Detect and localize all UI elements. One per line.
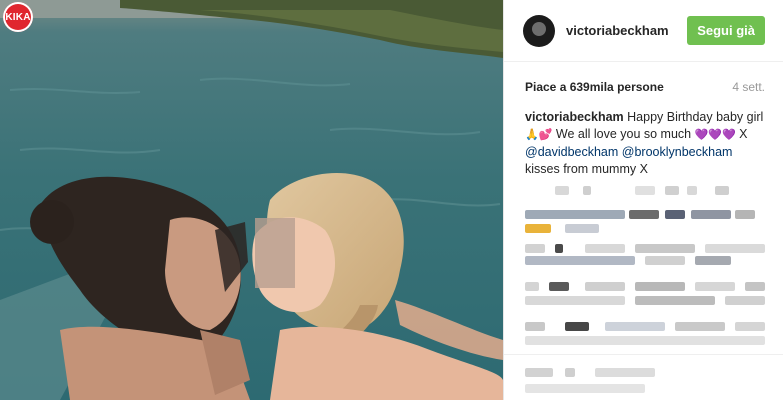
caption-username[interactable]: victoriabeckham (525, 110, 624, 124)
blurred-comment (525, 296, 765, 308)
caption-text: kisses from mummy X (525, 162, 648, 176)
caption-emoji: 🙏💕 (525, 129, 553, 141)
likes-count[interactable]: Piace a 639mila persone (525, 80, 664, 94)
mention-link[interactable]: @davidbeckham (525, 145, 618, 159)
kika-logo: KIKA (3, 2, 33, 32)
post-caption: victoriabeckham Happy Birthday baby girl… (504, 94, 783, 178)
blurred-comment (525, 244, 765, 256)
blurred-comment (525, 336, 765, 348)
divider (504, 354, 783, 355)
post-header: victoriabeckham Segui già (504, 0, 783, 62)
blurred-comment (525, 322, 765, 334)
avatar[interactable] (523, 14, 555, 47)
blurred-comment (525, 210, 765, 222)
blurred-comment (525, 256, 765, 268)
mention-link[interactable]: @brooklynbeckham (622, 145, 733, 159)
post-time[interactable]: 4 sett. (732, 80, 765, 94)
username[interactable]: victoriabeckham (566, 23, 669, 38)
post-meta: Piace a 639mila persone 4 sett. (504, 62, 783, 94)
blurred-comment (525, 186, 765, 198)
caption-text: Happy Birthday baby girl (623, 110, 764, 124)
post-sidebar: victoriabeckham Segui già Piace a 639mil… (503, 0, 783, 400)
instagram-embed: KIKA victoriabeckham Segui già Piace a 6… (0, 0, 783, 400)
follow-button[interactable]: Segui già (687, 16, 765, 45)
caption-text: We all love you so much (552, 127, 695, 141)
blurred-comment (525, 368, 765, 380)
blurred-comment (525, 282, 765, 294)
blurred-comment (525, 384, 765, 396)
caption-hearts: 💜💜💜 (694, 129, 736, 141)
caption-text: X (735, 127, 748, 141)
post-photo[interactable]: KIKA (0, 0, 503, 400)
blurred-comment (525, 224, 765, 236)
